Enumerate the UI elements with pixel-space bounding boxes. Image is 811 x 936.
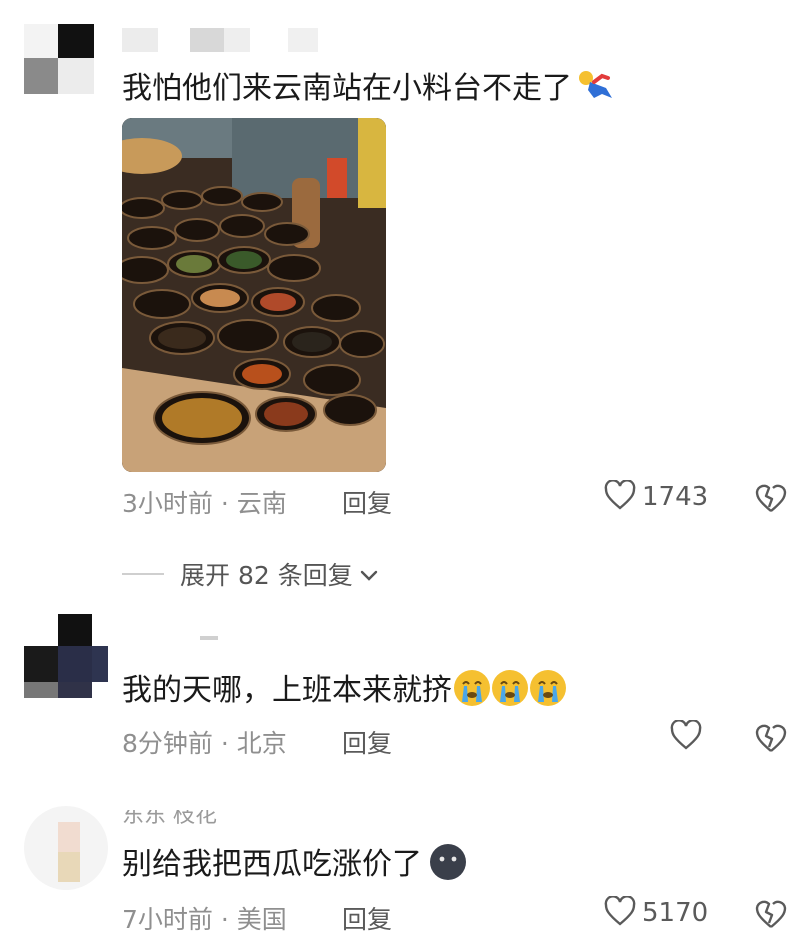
like-button[interactable]: 5170 <box>604 895 709 930</box>
username[interactable]: 东东 枝花 <box>122 810 217 836</box>
username-label: 东东 枝花 <box>122 810 217 828</box>
reply-button[interactable]: 回复 <box>342 900 392 936</box>
comment-meta: 3小时前 · 云南 <box>122 489 287 518</box>
comment-2: 我的天哪，上班本来就挤 8分钟前 · 北京 回复 <box>0 600 811 770</box>
reply-button[interactable]: 回复 <box>342 484 392 520</box>
comment-text-label: 我怕他们来云南站在小料台不走了 <box>122 71 572 106</box>
expand-replies-button[interactable]: 展开 82 条回复 <box>122 556 379 592</box>
comment-3: 东东 枝花 别给我把西瓜吃涨价了 7小时前 · 美国 回复 5170 <box>0 790 811 934</box>
like-button[interactable]: 1743 <box>604 479 709 514</box>
avatar[interactable] <box>24 806 108 890</box>
food-photo[interactable] <box>122 118 386 472</box>
broken-heart-icon <box>754 724 788 758</box>
comment-text: 我的天哪，上班本来就挤 <box>122 670 566 711</box>
heart-icon <box>604 895 636 930</box>
dislike-button[interactable] <box>754 898 788 930</box>
like-count: 1743 <box>642 482 709 512</box>
avatar[interactable] <box>24 614 108 698</box>
chevron-down-icon <box>359 560 379 589</box>
comment-text: 别给我把西瓜吃涨价了 <box>122 844 466 885</box>
dark-face-emoji-icon <box>430 844 466 880</box>
divider-line <box>122 573 164 575</box>
dislike-button[interactable] <box>754 482 788 514</box>
comment-meta: 7小时前 · 美国 <box>122 905 287 934</box>
broken-heart-icon <box>754 900 788 934</box>
avatar[interactable] <box>24 24 108 108</box>
comment-text-label: 我的天哪，上班本来就挤 <box>122 673 452 708</box>
crying-face-emoji-icon <box>492 670 528 706</box>
heart-icon <box>670 719 702 754</box>
comment-1: 我怕他们来云南站在小料台不走了 3小时前 · 云南 回复 1743 <box>0 0 811 530</box>
crying-face-emoji-icon <box>454 670 490 706</box>
crying-face-emoji-icon <box>530 670 566 706</box>
reply-button[interactable]: 回复 <box>342 724 392 760</box>
comment-text-label: 别给我把西瓜吃涨价了 <box>122 847 422 882</box>
heart-icon <box>604 479 636 514</box>
dislike-button[interactable] <box>754 722 788 754</box>
comment-text: 我怕他们来云南站在小料台不走了 <box>122 68 616 109</box>
like-count: 5170 <box>642 898 709 928</box>
running-person-emoji-icon <box>572 68 616 104</box>
comment-meta: 8分钟前 · 北京 <box>122 729 287 758</box>
broken-heart-icon <box>754 484 788 518</box>
expand-replies-label: 展开 82 条回复 <box>180 561 353 590</box>
like-button[interactable] <box>670 719 708 754</box>
